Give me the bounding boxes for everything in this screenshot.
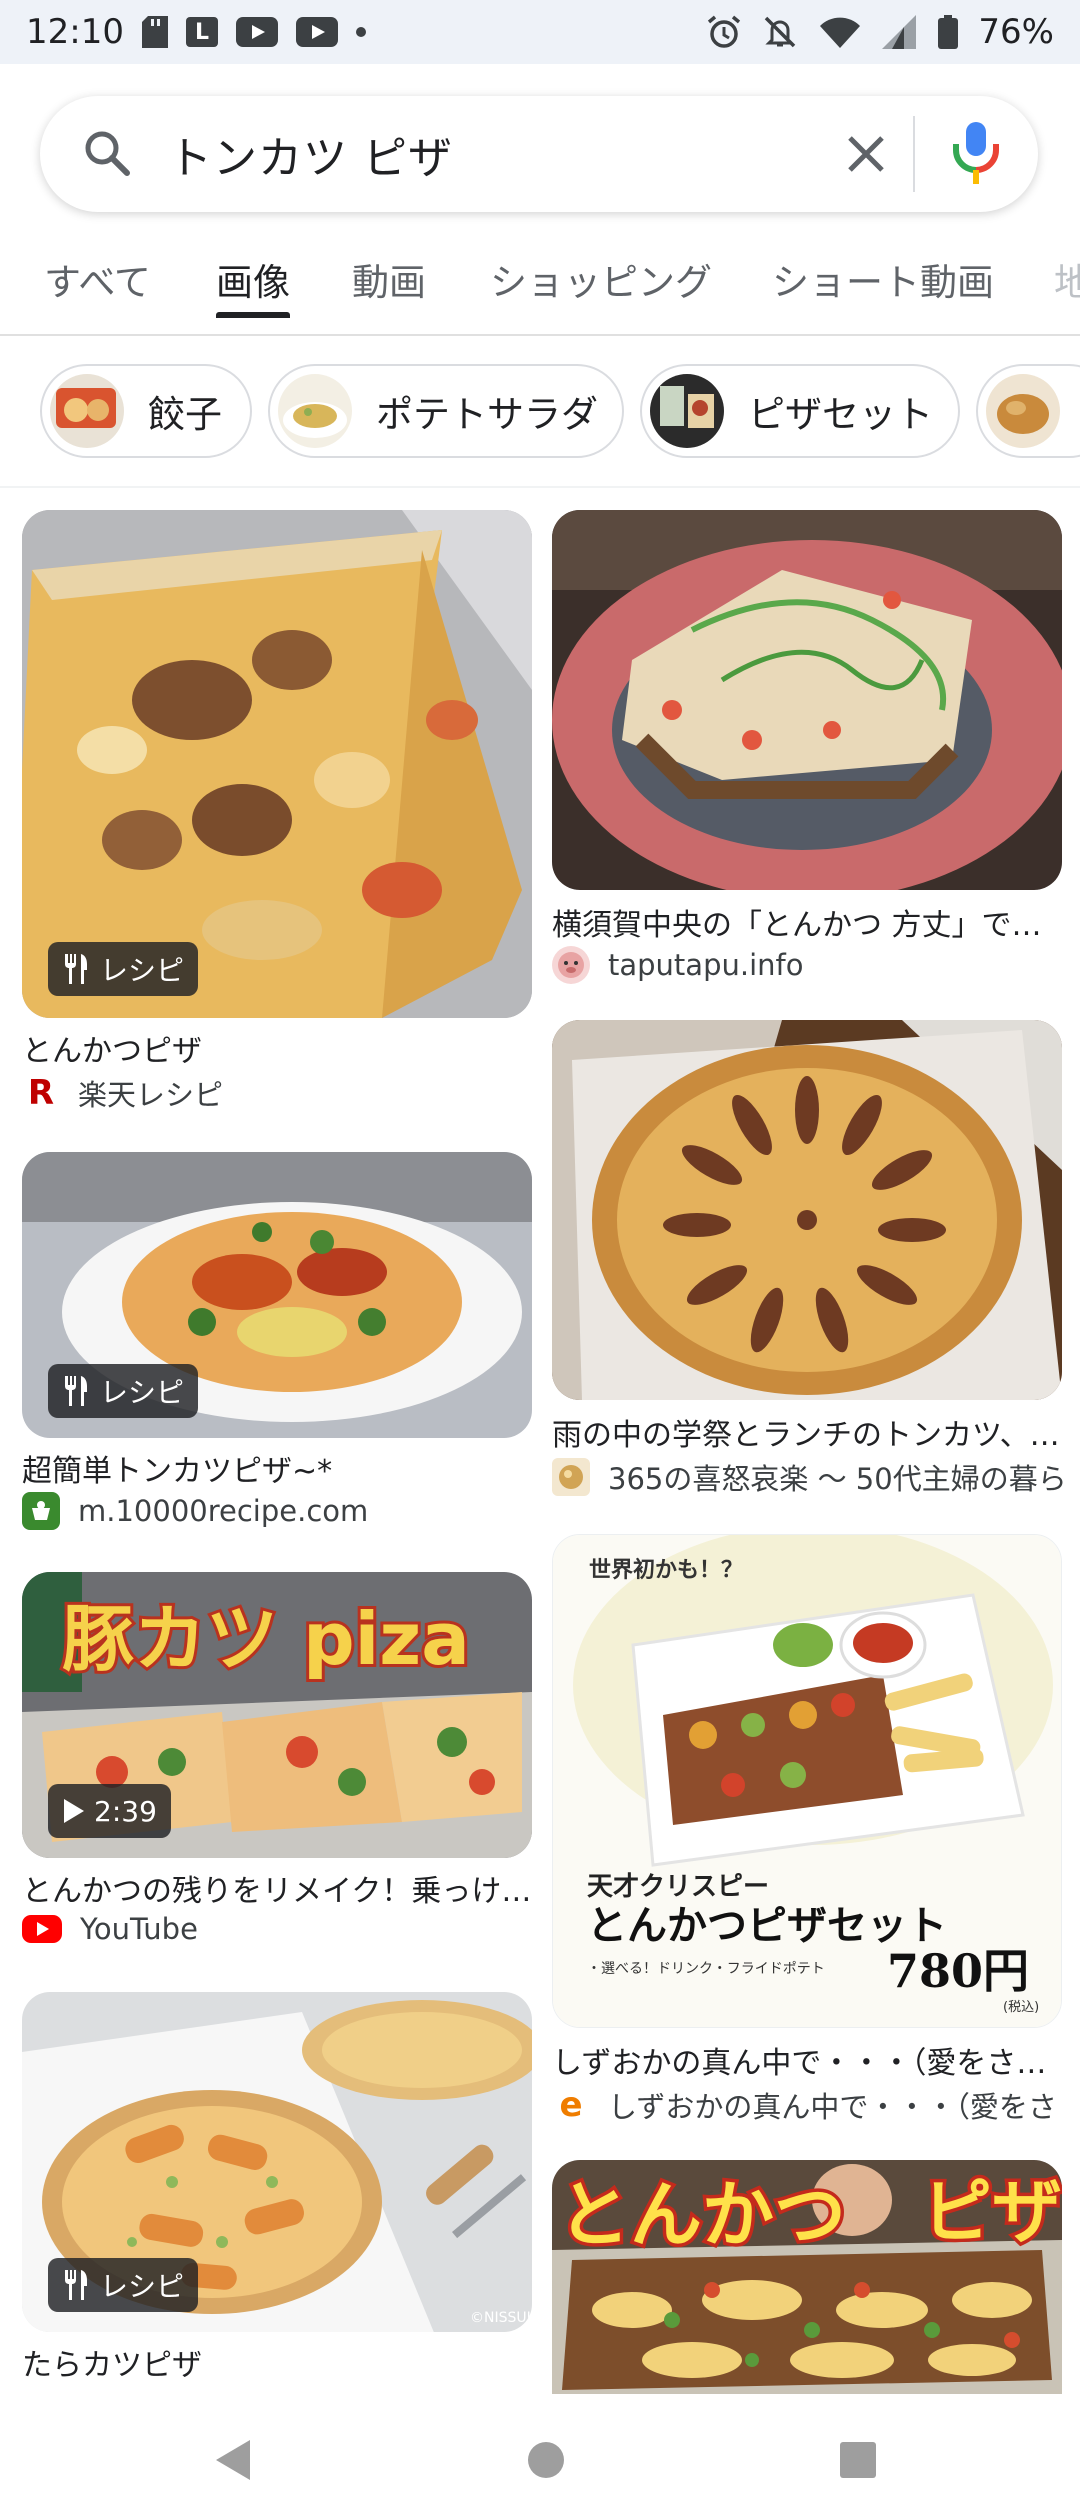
- svg-text:とんかつピザセット: とんかつピザセット: [587, 1902, 947, 1949]
- recents-icon[interactable]: [838, 2440, 878, 2484]
- search-tabs: すべて 画像 動画 ショッピング ショート動画 地: [0, 240, 1080, 336]
- svg-text:世界初かも！？: 世界初かも！？: [589, 1557, 743, 1583]
- recipe-badge: レシピ: [48, 1364, 199, 1418]
- search-icon[interactable]: [82, 128, 132, 178]
- search-bar[interactable]: トンカツ ピザ: [40, 96, 1038, 212]
- result-video-thumbnail[interactable]: 豚カツ piza 2:39: [22, 1572, 532, 1858]
- result-image[interactable]: ©NISSUI レシピ: [22, 1992, 532, 2332]
- signal-icon: [882, 15, 918, 49]
- play-icon: [64, 1799, 84, 1823]
- result-image[interactable]: レシピ: [22, 1152, 532, 1438]
- result-image[interactable]: レシピ: [22, 510, 532, 1018]
- system-navigation-bar: [0, 2400, 1080, 2520]
- clear-icon[interactable]: [838, 126, 894, 182]
- result-image[interactable]: とんかつ ピザ: [552, 2160, 1062, 2394]
- result-title[interactable]: たらカツピザ: [22, 2340, 534, 2384]
- notifications-off-icon: [762, 14, 798, 50]
- recipe-badge: レシピ: [48, 942, 199, 996]
- result-title[interactable]: 横須賀中央の「とんかつ 方丈」でめ…: [552, 900, 1064, 944]
- result-title[interactable]: とんかつの残りをリメイク！乗っけ…: [22, 1866, 534, 1910]
- video-duration-badge: 2:39: [48, 1784, 171, 1838]
- tab-short-videos[interactable]: ショート動画: [772, 252, 994, 306]
- taputapu-icon: [552, 946, 590, 984]
- svg-text:・選べる！ドリンク・フライドポテト: ・選べる！ドリンク・フライドポテト: [587, 1961, 825, 1977]
- chip-thumbnail: [986, 374, 1060, 448]
- chip-pizza-set[interactable]: ピザセット: [640, 364, 960, 458]
- divider: [0, 486, 1080, 488]
- rakuten-icon: R: [22, 1073, 60, 1113]
- utensils-icon: [65, 954, 87, 984]
- alarm-icon: [706, 14, 742, 50]
- result-source[interactable]: YouTube: [22, 1912, 198, 1946]
- wifi-icon: [818, 15, 862, 49]
- youtube-icon: [22, 1915, 62, 1943]
- chip-gyoza[interactable]: 餃子: [40, 364, 252, 458]
- status-time: 12:10: [26, 12, 124, 52]
- chip-thumbnail: [278, 374, 352, 448]
- tab-map-partial[interactable]: 地: [1054, 252, 1080, 306]
- youtube-notification-icon-2: [295, 17, 338, 47]
- eonet-icon: e: [552, 2085, 590, 2125]
- tab-images[interactable]: 画像: [216, 252, 290, 306]
- tab-shopping[interactable]: ショッピング: [490, 252, 712, 306]
- search-input[interactable]: トンカツ ピザ: [168, 122, 453, 186]
- sd-card-icon: [141, 16, 168, 48]
- recipe-badge: レシピ: [48, 2258, 199, 2312]
- microphone-icon[interactable]: [948, 118, 1004, 190]
- search-divider: [913, 116, 915, 192]
- active-tab-indicator: [216, 312, 290, 318]
- thumbnail-caption: 豚カツ piza: [62, 1597, 470, 1681]
- tab-all[interactable]: すべて: [44, 252, 151, 306]
- chip-potato-salad[interactable]: ポテトサラダ: [268, 364, 624, 458]
- svg-text:天才クリスピー: 天才クリスピー: [587, 1872, 769, 1902]
- home-icon[interactable]: [526, 2440, 566, 2484]
- result-source[interactable]: R 楽天レシピ: [22, 1072, 223, 1114]
- youtube-notification-icon: [235, 17, 278, 47]
- result-source[interactable]: m.10000recipe.com: [22, 1492, 368, 1530]
- result-image[interactable]: [552, 510, 1062, 890]
- watermark: ©NISSUI: [470, 2310, 531, 2326]
- result-source[interactable]: 365の喜怒哀楽 ～ 50代主婦の暮ら: [552, 1456, 1067, 1498]
- result-source[interactable]: e しずおかの真ん中で・・・（愛をさ: [552, 2084, 1057, 2126]
- app-l-icon: L: [185, 17, 218, 47]
- result-title[interactable]: 超簡単トンカツピザ~*: [22, 1446, 534, 1490]
- result-source[interactable]: taputapu.info: [552, 946, 803, 984]
- battery-percentage: 76%: [978, 12, 1054, 52]
- utensils-icon: [65, 2270, 87, 2300]
- svg-text:とんかつ: とんかつ: [558, 2173, 846, 2257]
- result-title[interactable]: とんかつピザ: [22, 1026, 534, 1070]
- tab-videos[interactable]: 動画: [352, 252, 426, 306]
- result-image[interactable]: 世界初かも！？ 天才クリスピー とんかつピザセット ・選べる！ドリンク・フライド…: [552, 1534, 1062, 2028]
- result-title[interactable]: しずおかの真ん中で・・・（愛をさ…: [552, 2038, 1064, 2082]
- 10000recipe-icon: [22, 1492, 60, 1530]
- back-icon[interactable]: [212, 2438, 252, 2486]
- svg-text:(税込): (税込): [1003, 2000, 1039, 2015]
- chip-thumbnail: [50, 374, 124, 448]
- more-notifications-dot: [355, 27, 366, 37]
- result-image[interactable]: [552, 1020, 1062, 1400]
- result-title[interactable]: 雨の中の学祭とランチのトンカツ、…: [552, 1410, 1064, 1454]
- battery-icon: [938, 15, 959, 49]
- chip-partial[interactable]: [976, 364, 1080, 458]
- svg-text:ピザ: ピザ: [922, 2171, 1062, 2253]
- chip-thumbnail: [650, 374, 724, 448]
- utensils-icon: [65, 1376, 87, 1406]
- blog-icon: [552, 1458, 590, 1496]
- svg-text:780円: 780円: [887, 1944, 1029, 1998]
- status-bar: 12:10 L 76%: [0, 0, 1080, 64]
